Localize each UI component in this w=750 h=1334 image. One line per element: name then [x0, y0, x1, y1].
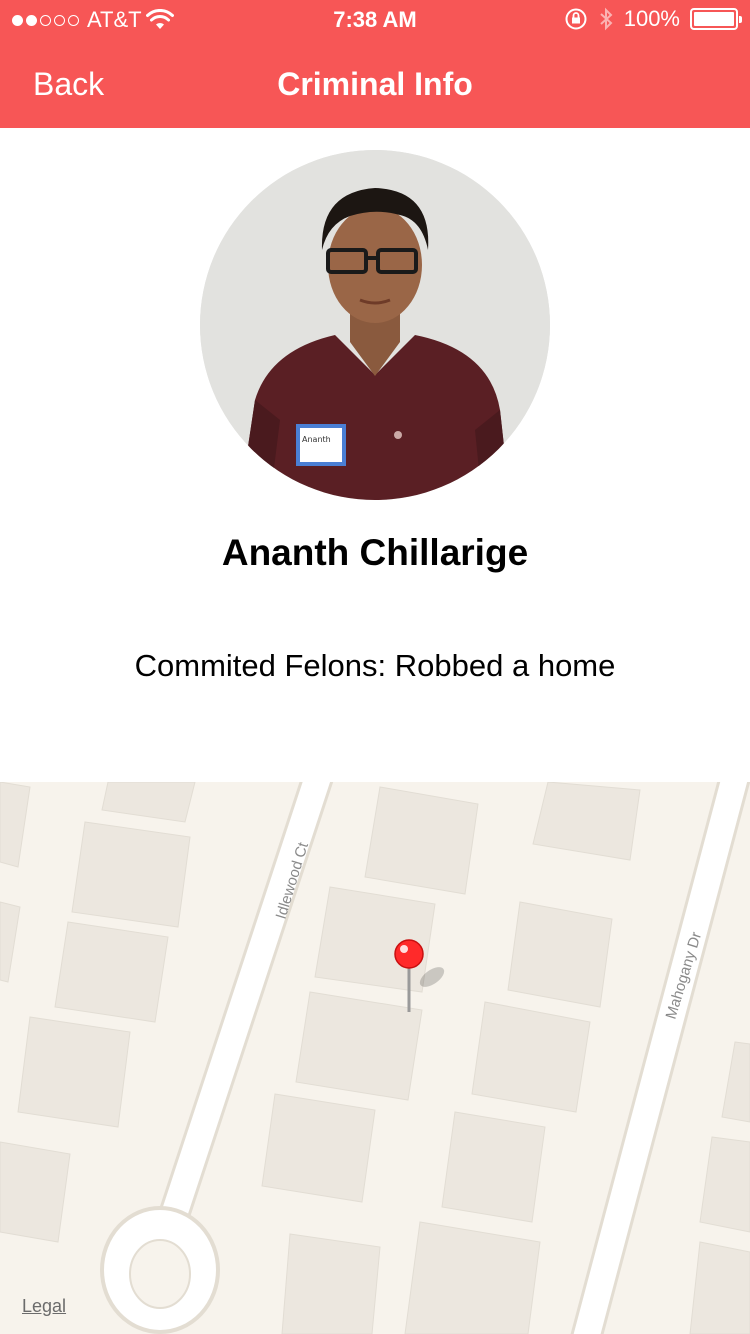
battery-fill: [694, 12, 734, 26]
name-tag-text: Ananth: [302, 435, 331, 444]
crime-description: Commited Felons: Robbed a home: [134, 648, 616, 683]
legal-link[interactable]: Legal: [22, 1296, 66, 1317]
battery-percentage: 100%: [623, 6, 680, 31]
bluetooth-icon: [600, 7, 613, 31]
status-right: 100%: [564, 6, 742, 32]
rotation-lock-icon: [565, 8, 587, 30]
profile-photo-illustration: Ananth: [200, 150, 550, 500]
top-bar: AT&T 7:38 AM 100% Back Criminal Info: [0, 0, 750, 128]
criminal-name: Ananth Chillarige: [221, 532, 529, 573]
battery-icon: [690, 8, 742, 30]
profile-photo: Ananth: [200, 150, 550, 500]
page-title: Criminal Info: [277, 66, 473, 102]
status-bar: AT&T 7:38 AM 100%: [0, 0, 750, 40]
map-canvas[interactable]: Idlewood Ct Mahogany Dr: [0, 782, 750, 1334]
map-view[interactable]: Idlewood Ct Mahogany Dr: [0, 782, 750, 1334]
